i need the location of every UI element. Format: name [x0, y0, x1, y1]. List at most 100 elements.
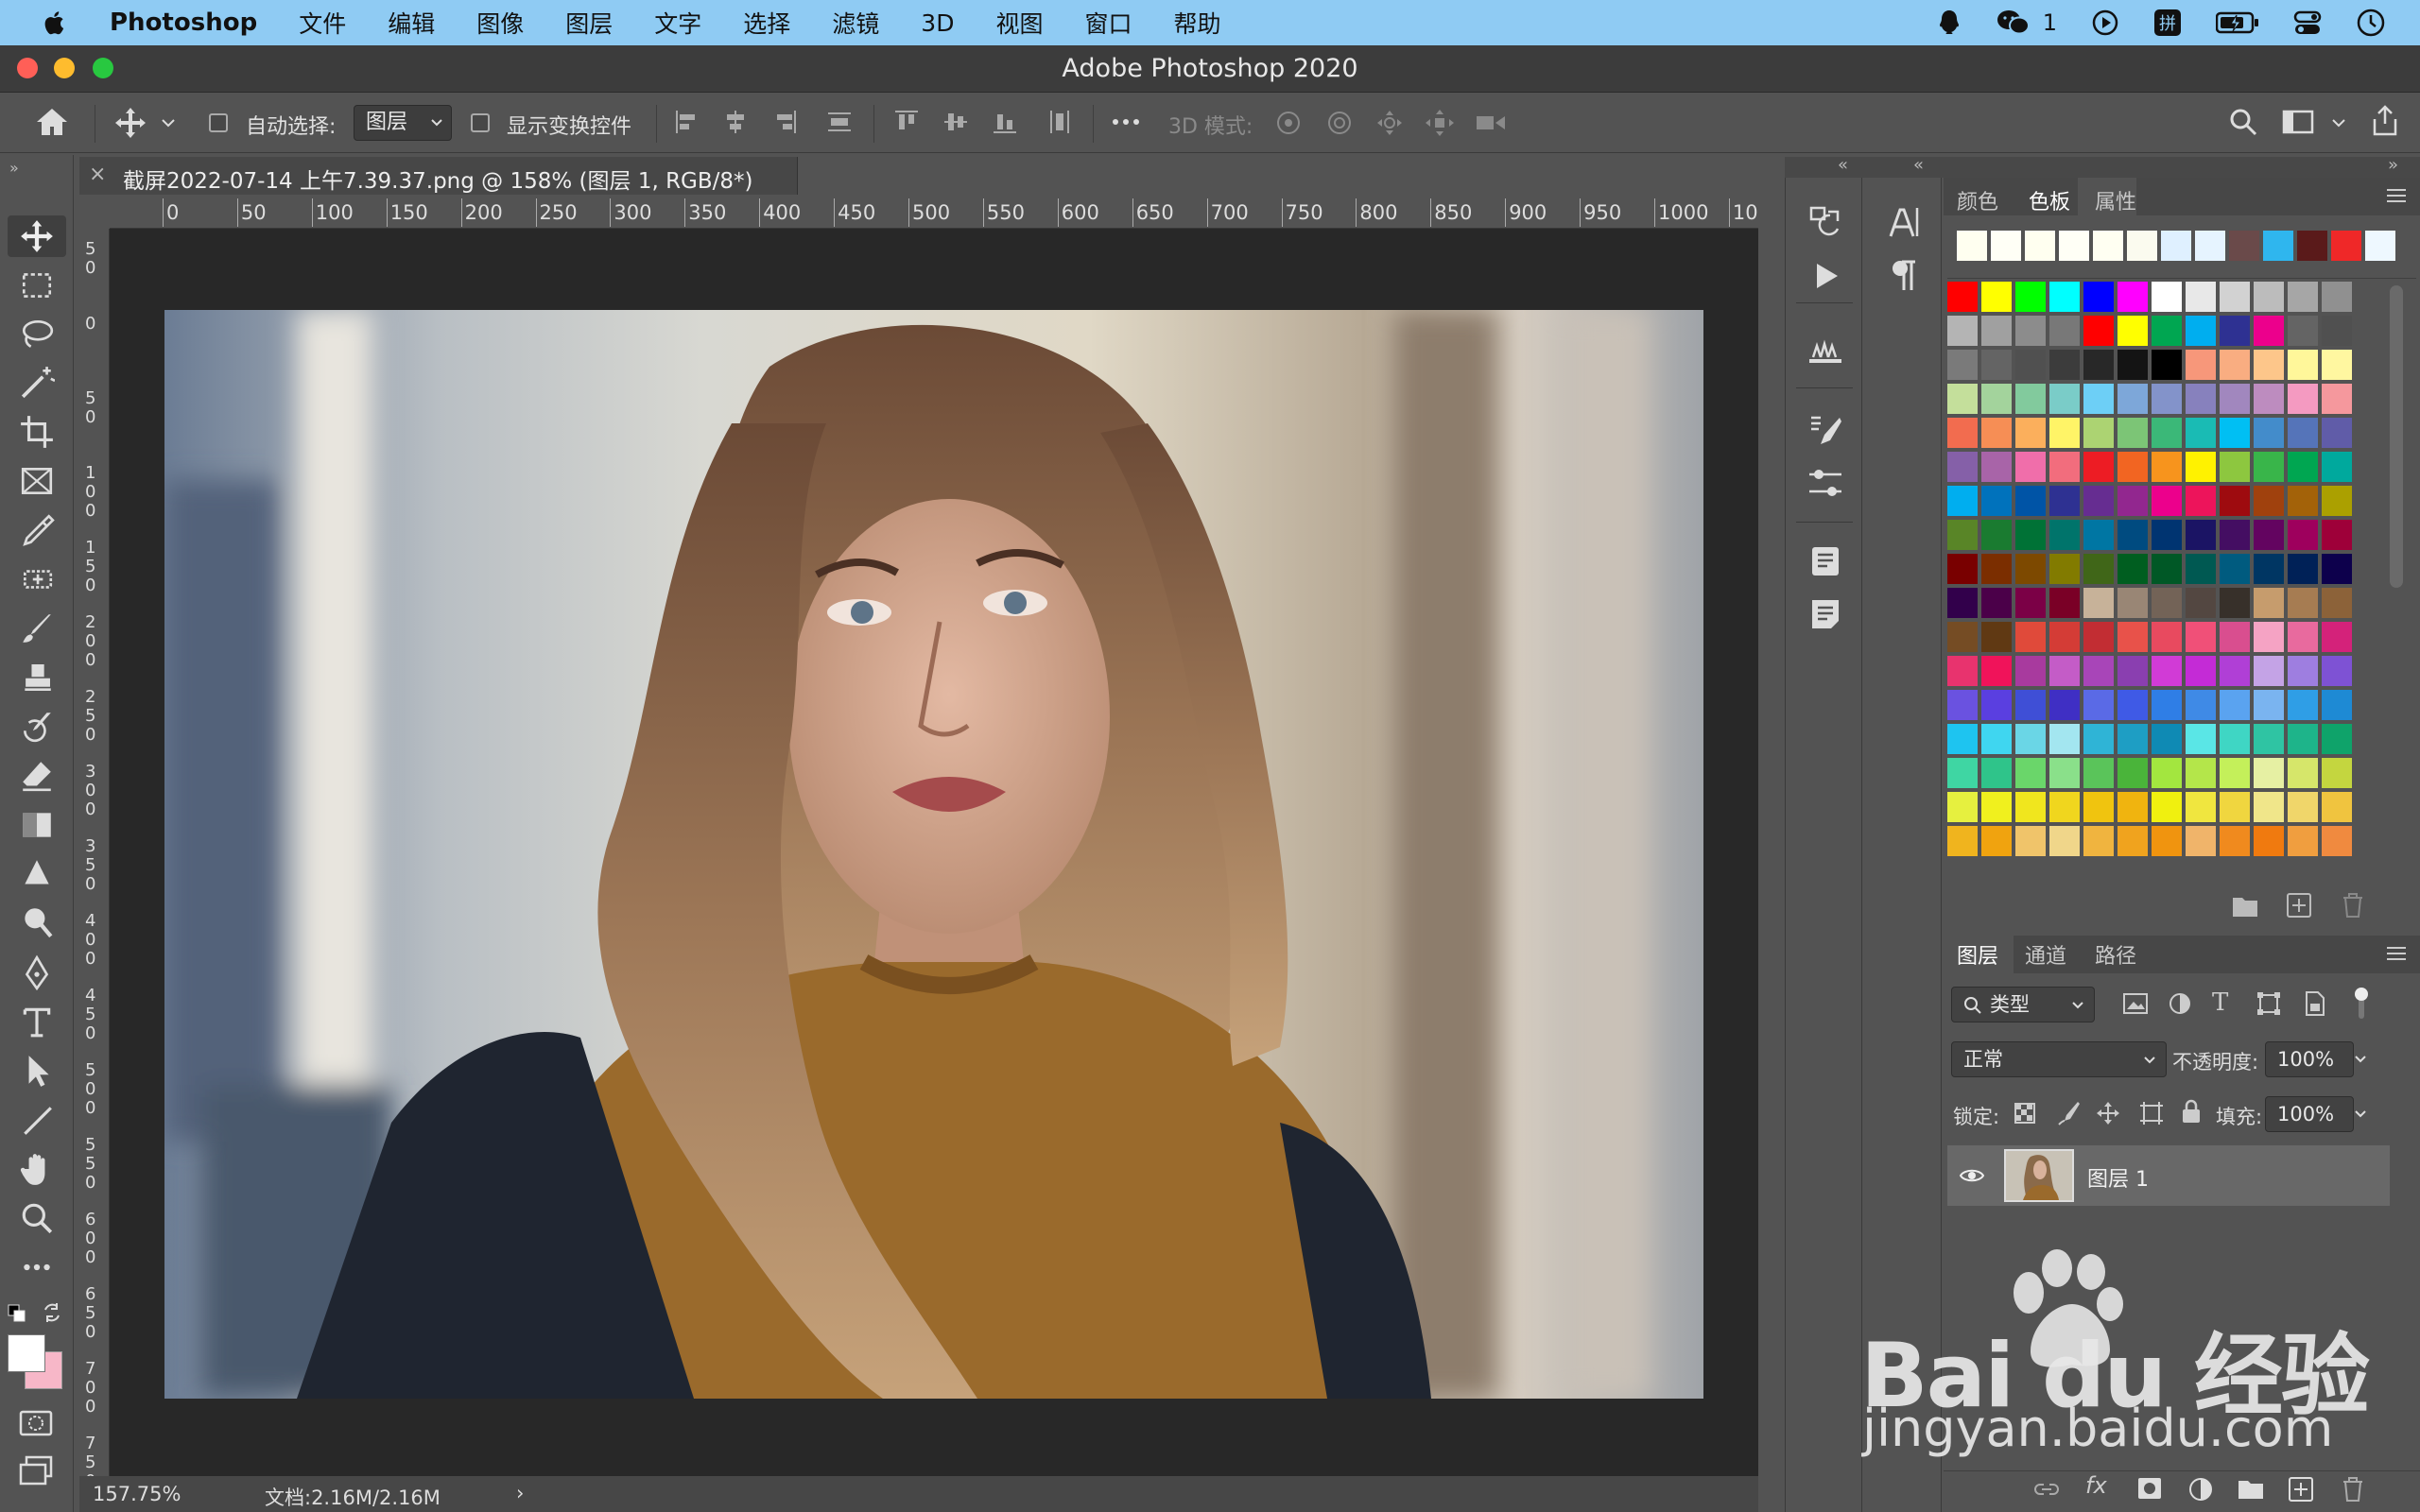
status-chevron-right-icon[interactable]: ›: [516, 1482, 524, 1504]
swatch[interactable]: [2254, 690, 2284, 720]
menu-3d[interactable]: 3D: [921, 9, 954, 37]
swatch[interactable]: [2254, 350, 2284, 380]
wechat-icon[interactable]: 1: [1996, 9, 2057, 37]
collapse-tools-icon[interactable]: »: [9, 159, 19, 177]
zoom-tool-icon[interactable]: [19, 1200, 55, 1236]
swatch[interactable]: [2118, 316, 2148, 346]
layer-filter-dropdown[interactable]: 类型: [1951, 987, 2095, 1022]
swatch[interactable]: [2288, 486, 2318, 516]
swatch[interactable]: [2322, 418, 2352, 448]
swatch[interactable]: [2254, 554, 2284, 584]
crop-tool-icon[interactable]: [19, 414, 55, 450]
filter-smart-object-icon[interactable]: [2301, 990, 2327, 1017]
tab-swatches[interactable]: 色板: [2029, 185, 2070, 215]
app-name-menu[interactable]: Photoshop: [110, 9, 257, 37]
swatch[interactable]: [2049, 622, 2080, 652]
paragraph-panel-icon[interactable]: [1891, 259, 1919, 293]
swatch[interactable]: [2118, 554, 2148, 584]
swatch[interactable]: [2288, 554, 2318, 584]
swatch[interactable]: [2254, 452, 2284, 482]
swatch[interactable]: [1947, 520, 1978, 550]
swatch[interactable]: [2322, 826, 2352, 856]
libraries-icon[interactable]: [1809, 544, 1841, 578]
swatch[interactable]: [2083, 656, 2114, 686]
swatch[interactable]: [2015, 724, 2046, 754]
swatch[interactable]: [2288, 588, 2318, 618]
swatch[interactable]: [1981, 826, 2012, 856]
swatch[interactable]: [1947, 758, 1978, 788]
swatch[interactable]: [2049, 452, 2080, 482]
swatch[interactable]: [2186, 384, 2216, 414]
more-options-icon[interactable]: [1110, 108, 1142, 136]
swatch[interactable]: [1981, 452, 2012, 482]
brushes-icon[interactable]: [1807, 412, 1843, 448]
recent-swatch[interactable]: [2263, 231, 2293, 261]
menu-file[interactable]: 文件: [299, 6, 346, 40]
swatch[interactable]: [2220, 622, 2250, 652]
menu-image[interactable]: 图像: [476, 6, 524, 40]
play-circle-icon[interactable]: [2091, 9, 2119, 37]
swatch[interactable]: [1981, 486, 2012, 516]
recent-swatch[interactable]: [2059, 231, 2089, 261]
swatch[interactable]: [2083, 418, 2114, 448]
align-vcenter-icon[interactable]: [942, 108, 970, 136]
swatch[interactable]: [2083, 282, 2114, 312]
swatch[interactable]: [2220, 384, 2250, 414]
swatch[interactable]: [1981, 622, 2012, 652]
swatch[interactable]: [2015, 520, 2046, 550]
lasso-tool-icon[interactable]: [19, 317, 55, 352]
swatch[interactable]: [2254, 758, 2284, 788]
distribute-horizontal-icon[interactable]: [1046, 108, 1074, 136]
trash-icon[interactable]: [2341, 892, 2365, 919]
swatch[interactable]: [2322, 656, 2352, 686]
swatch[interactable]: [1981, 690, 2012, 720]
swatch[interactable]: [2049, 656, 2080, 686]
swatch[interactable]: [2220, 792, 2250, 822]
brush-tool-icon[interactable]: [19, 610, 55, 646]
swatch[interactable]: [2322, 588, 2352, 618]
swatch[interactable]: [2015, 792, 2046, 822]
swatch[interactable]: [2288, 452, 2318, 482]
swatch[interactable]: [2220, 282, 2250, 312]
swatch[interactable]: [2015, 622, 2046, 652]
hand-tool-icon[interactable]: [19, 1151, 55, 1187]
swatch[interactable]: [1981, 520, 2012, 550]
pen-tool-icon[interactable]: [19, 954, 55, 990]
apple-menu-icon[interactable]: [38, 6, 72, 40]
swatch[interactable]: [2186, 826, 2216, 856]
panel-menu-icon[interactable]: [2386, 945, 2407, 962]
swatch[interactable]: [2152, 588, 2182, 618]
recent-swatch[interactable]: [2161, 231, 2191, 261]
fill-chevron-down-icon[interactable]: [2348, 1096, 2375, 1132]
swatch[interactable]: [2220, 486, 2250, 516]
filter-adjustment-icon[interactable]: [2167, 990, 2193, 1017]
swatch[interactable]: [2254, 656, 2284, 686]
zoom-level[interactable]: 157.75%: [93, 1483, 181, 1505]
menu-layer[interactable]: 图层: [565, 6, 613, 40]
lock-transparent-icon[interactable]: [2014, 1102, 2036, 1125]
swatch[interactable]: [2186, 690, 2216, 720]
swatch[interactable]: [2118, 282, 2148, 312]
align-left-icon[interactable]: [673, 108, 701, 136]
swatch[interactable]: [2083, 792, 2114, 822]
swatch[interactable]: [2152, 452, 2182, 482]
swatch[interactable]: [2083, 588, 2114, 618]
3d-orbit-icon[interactable]: [1272, 108, 1305, 138]
swatch[interactable]: [2288, 758, 2318, 788]
swatch[interactable]: [1947, 452, 1978, 482]
swatch[interactable]: [2015, 656, 2046, 686]
tab-properties[interactable]: 属性: [2095, 185, 2136, 215]
menu-edit[interactable]: 编辑: [388, 6, 435, 40]
swatch[interactable]: [2049, 554, 2080, 584]
swatch[interactable]: [2220, 316, 2250, 346]
swatch[interactable]: [2322, 486, 2352, 516]
swatch[interactable]: [2083, 724, 2114, 754]
swatch[interactable]: [2254, 622, 2284, 652]
path-selection-tool-icon[interactable]: [19, 1053, 55, 1089]
3d-slide-icon[interactable]: [1424, 108, 1456, 138]
swatch[interactable]: [2186, 792, 2216, 822]
swatch[interactable]: [2118, 588, 2148, 618]
align-top-icon[interactable]: [892, 108, 921, 136]
swatch[interactable]: [2220, 520, 2250, 550]
new-swatch-icon[interactable]: [2286, 892, 2312, 919]
